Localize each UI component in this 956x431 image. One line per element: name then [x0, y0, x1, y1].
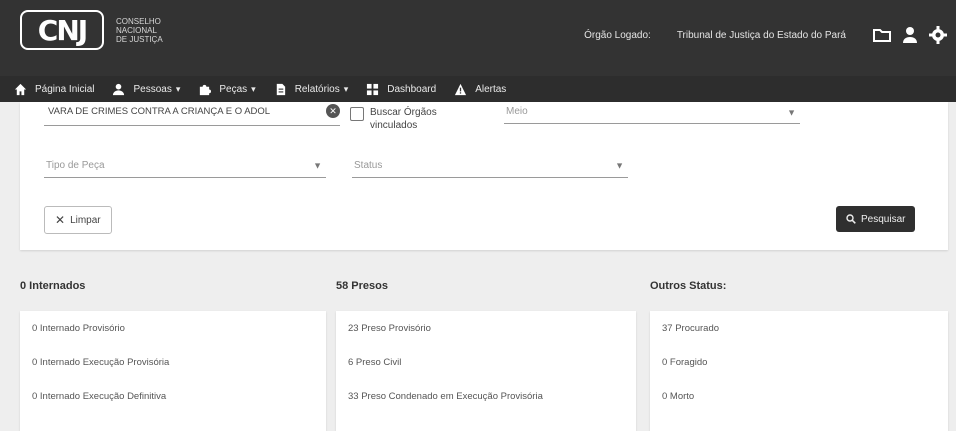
chevron-down-icon: ▼ — [615, 160, 624, 171]
close-icon: ✕ — [55, 213, 66, 227]
buscar-vinculados-label: Buscar Órgãos vinculados — [370, 107, 437, 131]
orgao-logado-label: Órgão Logado: — [584, 29, 651, 41]
list-item[interactable]: 23 Preso Provisório — [348, 323, 431, 334]
nav-label: Página Inicial — [35, 83, 95, 95]
chevron-down-icon: ▼ — [313, 160, 322, 171]
internados-card: 0 Internado Provisório 0 Internado Execu… — [20, 311, 326, 431]
puzzle-icon — [200, 84, 212, 95]
status-select[interactable]: Status ▼ — [352, 154, 628, 178]
nav-alertas[interactable]: Alertas — [454, 76, 506, 102]
list-item[interactable]: 33 Preso Condenado em Execução Provisóri… — [348, 391, 543, 402]
tipo-peca-select[interactable]: Tipo de Peça ▼ — [44, 154, 326, 178]
clear-selection-icon[interactable]: ✕ — [326, 104, 340, 118]
nav-label: Dashboard — [387, 83, 437, 95]
limpar-label: Limpar — [70, 214, 101, 226]
field-underline — [504, 123, 800, 124]
list-item[interactable]: 0 Internado Execução Provisória — [32, 357, 169, 368]
status-placeholder: Status — [354, 160, 383, 171]
checkbox-box[interactable] — [350, 107, 364, 121]
nav-label: Relatórios — [294, 83, 340, 95]
list-item[interactable]: 0 Internado Provisório — [32, 323, 125, 334]
tipo-peca-placeholder: Tipo de Peça — [46, 160, 105, 171]
dashboard-icon — [367, 83, 379, 95]
orgao-select[interactable]: Meio ▼ — [504, 102, 800, 124]
vara-select[interactable]: VARA DE CRIMES CONTRA A CRIANÇA E O ADOL… — [44, 102, 340, 126]
list-item[interactable]: 0 Foragido — [662, 357, 707, 368]
nav-label: Pessoas — [133, 83, 172, 95]
list-item[interactable]: 37 Procurado — [662, 323, 719, 334]
warning-icon — [455, 83, 467, 95]
outros-status-title: Outros Status: — [650, 280, 727, 292]
cnj-logo-mark: CNJ — [20, 10, 104, 50]
field-underline — [44, 125, 340, 126]
home-icon — [14, 83, 27, 95]
person-icon — [113, 83, 125, 95]
field-underline — [44, 177, 326, 178]
nav-pagina-inicial[interactable]: Página Inicial — [14, 76, 94, 102]
document-icon — [276, 83, 285, 95]
user-icon[interactable] — [900, 25, 920, 45]
limpar-button[interactable]: ✕ Limpar — [44, 206, 112, 234]
nav-pessoas[interactable]: Pessoas ▾ — [112, 76, 180, 102]
chevron-down-icon: ▼ — [787, 107, 796, 118]
folder-icon[interactable] — [872, 25, 892, 45]
logo-line: NACIONAL — [116, 25, 157, 35]
list-item[interactable]: 0 Morto — [662, 391, 694, 402]
cnj-logo-text: CONSELHO NACIONAL DE JUSTIÇA — [116, 17, 163, 44]
orgao-placeholder: Meio — [506, 106, 528, 117]
gear-icon[interactable] — [928, 25, 948, 45]
main-navbar: Página Inicial Pessoas ▾ Peças ▾ Relatór… — [0, 76, 956, 102]
chevron-down-icon: ▾ — [251, 83, 256, 94]
logo-line: CONSELHO — [116, 16, 161, 26]
outros-status-card: 37 Procurado 0 Foragido 0 Morto — [650, 311, 948, 431]
chevron-down-icon: ▾ — [343, 83, 349, 94]
list-item[interactable]: 6 Preso Civil — [348, 357, 401, 368]
filter-panel: VARA DE CRIMES CONTRA A CRIANÇA E O ADOL… — [20, 102, 948, 250]
cnj-logo[interactable]: CNJ CONSELHO NACIONAL DE JUSTIÇA — [20, 8, 163, 52]
field-underline — [352, 177, 628, 178]
buscar-vinculados-checkbox[interactable]: Buscar Órgãos vinculados — [350, 106, 460, 132]
top-header: CNJ CONSELHO NACIONAL DE JUSTIÇA Órgão L… — [0, 0, 956, 76]
presos-card: 23 Preso Provisório 6 Preso Civil 33 Pre… — [336, 311, 636, 431]
vara-value: VARA DE CRIMES CONTRA A CRIANÇA E O ADOL — [48, 106, 271, 117]
nav-relatorios[interactable]: Relatórios ▾ — [274, 76, 349, 102]
nav-label: Peças — [219, 83, 248, 95]
tribunal-link[interactable]: Tribunal de Justiça do Estado do Pará — [677, 30, 846, 41]
pesquisar-label: Pesquisar — [861, 213, 906, 225]
chevron-down-icon: ▾ — [175, 83, 181, 94]
header-right: Órgão Logado: Tribunal de Justiça do Est… — [584, 22, 956, 48]
internados-title: 0 Internados — [20, 280, 86, 292]
list-item[interactable]: 0 Internado Execução Definitiva — [32, 391, 166, 402]
search-icon — [846, 214, 856, 224]
logo-line: DE JUSTIÇA — [116, 34, 163, 44]
nav-dashboard[interactable]: Dashboard — [366, 76, 436, 102]
pesquisar-button[interactable]: Pesquisar — [836, 206, 916, 232]
nav-pecas[interactable]: Peças ▾ — [198, 76, 256, 102]
nav-label: Alertas — [475, 83, 507, 95]
presos-title: 58 Presos — [336, 280, 388, 292]
